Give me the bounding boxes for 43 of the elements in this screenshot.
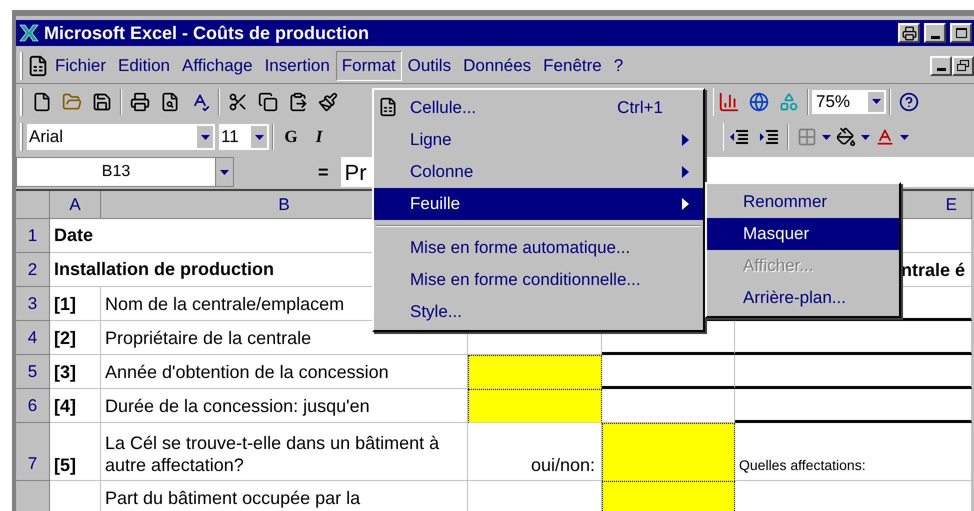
menu-item[interactable]: Cellule... Ctrl+1 xyxy=(374,92,703,124)
menu-item[interactable]: Feuille xyxy=(374,188,703,220)
name-box[interactable]: B13 xyxy=(16,157,234,187)
table-cell: [3] xyxy=(50,355,101,389)
menu-item[interactable]: Edition xyxy=(112,50,176,80)
table-cell: La Cél se trouve-t-elle dans un bâtiment à autre affectation? xyxy=(101,423,468,481)
menu-item[interactable]: ? xyxy=(608,50,630,80)
window-title: Microsoft Excel - Coûts de production xyxy=(44,22,370,45)
font-dropdown[interactable]: Arial xyxy=(27,124,215,150)
table-cell: oui/non: xyxy=(468,423,602,481)
menu-item[interactable]: Insertion xyxy=(258,50,336,80)
row-header[interactable]: 3 xyxy=(16,287,50,321)
table-cell: Propriétaire de la centrale xyxy=(101,321,468,355)
table-cell: [1] xyxy=(50,287,101,321)
row-header[interactable]: 2 xyxy=(16,253,50,287)
menu-item[interactable]: Données xyxy=(457,50,538,80)
table-cell: Durée de la concession: jusqu'en xyxy=(101,389,468,423)
row-header[interactable]: 4 xyxy=(16,321,50,355)
italic-button[interactable]: I xyxy=(305,124,333,150)
table-cell: [2] xyxy=(50,321,101,355)
menu-item[interactable]: Affichage xyxy=(176,50,259,80)
table-cell: [4] xyxy=(50,389,101,423)
row-header[interactable]: 7 xyxy=(16,423,50,481)
menu-item[interactable]: Outils xyxy=(402,50,458,80)
table-cell: Année d'obtention de la concession xyxy=(101,355,468,389)
font-size-dropdown[interactable]: 11 xyxy=(219,124,269,150)
table-cell: Part du bâtiment occupée par la xyxy=(101,481,468,511)
zoom-dropdown[interactable]: 75% xyxy=(812,90,886,114)
menu-item[interactable]: Fenêtre xyxy=(537,50,608,80)
row-header[interactable]: 1 xyxy=(16,219,50,253)
row-header[interactable]: 5 xyxy=(16,355,50,389)
menu-item[interactable]: Colonne xyxy=(374,156,703,188)
menu-item[interactable]: Fichier xyxy=(49,50,112,80)
equals-sign: = xyxy=(318,160,329,184)
column-header[interactable]: A xyxy=(50,191,101,219)
submenu-item[interactable]: Renommer xyxy=(707,186,899,218)
row-header[interactable]: 6 xyxy=(16,389,50,423)
table-cell: [5] xyxy=(50,423,101,481)
bold-button[interactable]: G xyxy=(277,124,305,150)
menu-item[interactable]: Format xyxy=(336,50,402,80)
menu-item[interactable]: Ligne xyxy=(374,124,703,156)
table-cell: Quelles affectations: xyxy=(735,423,972,481)
submenu-item[interactable]: Masquer xyxy=(707,218,899,250)
